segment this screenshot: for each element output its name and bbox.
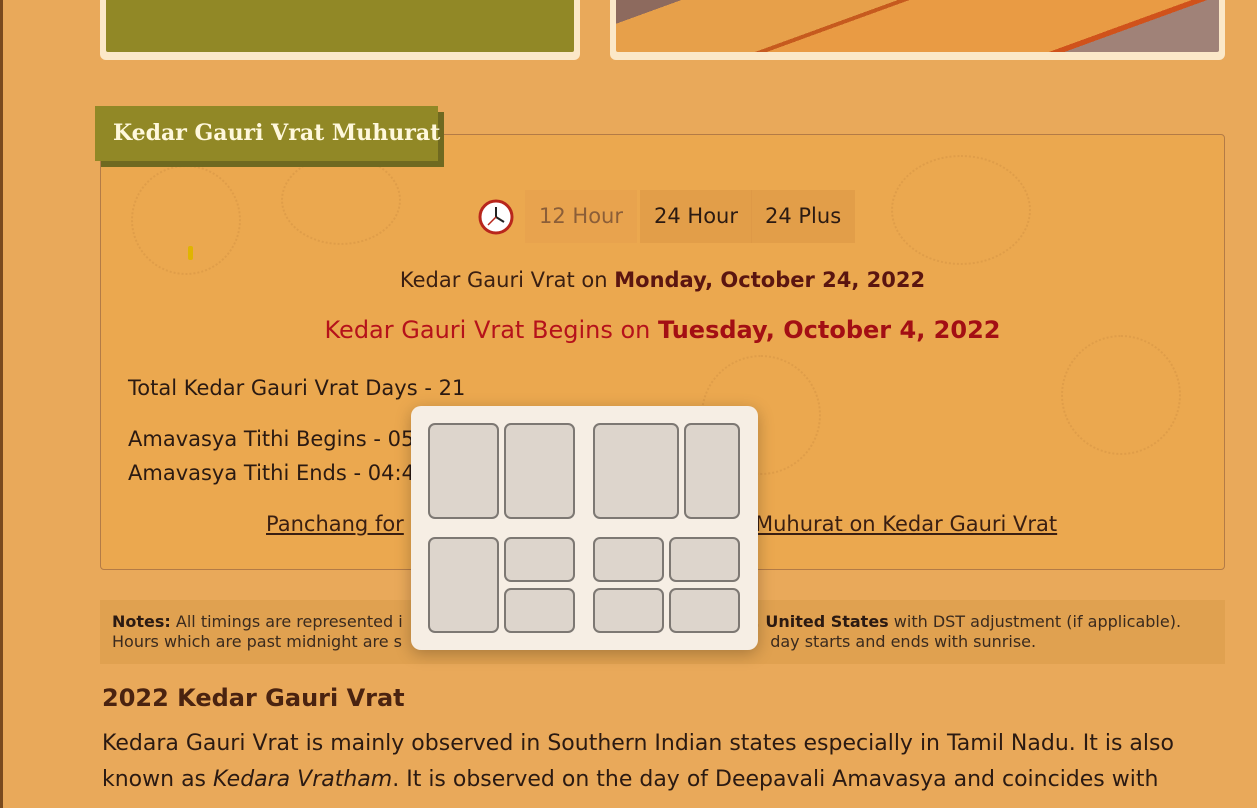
- tithi-ends: Amavasya Tithi Ends - 04:4: [128, 461, 415, 485]
- notes-label: Notes:: [112, 612, 171, 631]
- snap-layout-halves: [428, 423, 575, 519]
- top-card-left-image: [106, 0, 574, 52]
- clock-icon: [478, 199, 514, 235]
- notes-text-end: with DST adjustment (if applicable).: [893, 612, 1182, 631]
- vrat-begins-prefix: Kedar Gauri Vrat Begins on: [324, 316, 651, 344]
- vrat-begins-line: Kedar Gauri Vrat Begins on Tuesday, Octo…: [100, 316, 1225, 344]
- snap-zone-left-half[interactable]: [428, 423, 499, 519]
- vrat-date-prefix: Kedar Gauri Vrat on: [399, 268, 608, 292]
- total-days: Total Kedar Gauri Vrat Days - 21: [128, 376, 466, 400]
- time-format-24-plus-button[interactable]: 24 Plus: [751, 190, 856, 243]
- vrat-date-line: Kedar Gauri Vrat on Monday, October 24, …: [100, 268, 1225, 292]
- notes-location: a, United States: [742, 612, 889, 631]
- top-card-right-image: [616, 0, 1219, 52]
- snap-zone-left-main[interactable]: [428, 537, 499, 633]
- muhurat-link[interactable]: Muhurat on Kedar Gauri Vrat: [755, 512, 1057, 536]
- snap-zone-bottom-right[interactable]: [504, 588, 575, 633]
- text-cursor-marker: [188, 246, 193, 260]
- decor-paisley: [281, 155, 401, 245]
- top-card-right[interactable]: [610, 0, 1225, 60]
- panchang-link[interactable]: Panchang for: [266, 512, 404, 536]
- snap-zone-left-two-thirds[interactable]: [593, 423, 679, 519]
- top-card-left[interactable]: [100, 0, 580, 60]
- tithi-begins: Amavasya Tithi Begins - 05: [128, 427, 415, 451]
- snap-zone-right-half[interactable]: [504, 423, 575, 519]
- notes-line2-end: day starts and ends with sunrise.: [770, 632, 1037, 651]
- time-format-12-hour-button[interactable]: 12 Hour: [525, 190, 637, 243]
- article-paragraph: Kedara Gauri Vrat is mainly observed in …: [102, 726, 1232, 798]
- snap-layout-quadrants: [593, 537, 740, 633]
- snap-layout-main-and-stack: [428, 537, 575, 633]
- vrat-begins-value: Tuesday, October 4, 2022: [657, 316, 1001, 344]
- decor-paisley: [131, 165, 241, 275]
- section-title: Kedar Gauri Vrat Muhurat: [95, 106, 440, 161]
- snap-zone-bottom-right[interactable]: [669, 588, 740, 633]
- decor-paisley: [1061, 335, 1181, 455]
- decor-paisley: [891, 155, 1031, 265]
- time-format-24-hour-button[interactable]: 24 Hour: [640, 190, 752, 243]
- notes-line2-start: Hours which are past midnight are s: [112, 632, 402, 651]
- article-heading: 2022 Kedar Gauri Vrat: [102, 684, 405, 712]
- page-left-border: [0, 0, 3, 808]
- snap-zone-top-right[interactable]: [504, 537, 575, 582]
- snap-zone-bottom-left[interactable]: [593, 588, 664, 633]
- article-text-2: . It is observed on the day of Deepavali…: [392, 767, 1159, 792]
- snap-zone-top-left[interactable]: [593, 537, 664, 582]
- snap-zone-right-third[interactable]: [684, 423, 740, 519]
- article-italic: Kedara Vratham: [213, 767, 393, 792]
- vrat-date-value: Monday, October 24, 2022: [614, 268, 926, 292]
- snap-layouts-popup: [411, 406, 758, 650]
- snap-layout-two-thirds: [593, 423, 740, 519]
- notes-text-start: All timings are represented i: [175, 612, 403, 631]
- snap-zone-top-right[interactable]: [669, 537, 740, 582]
